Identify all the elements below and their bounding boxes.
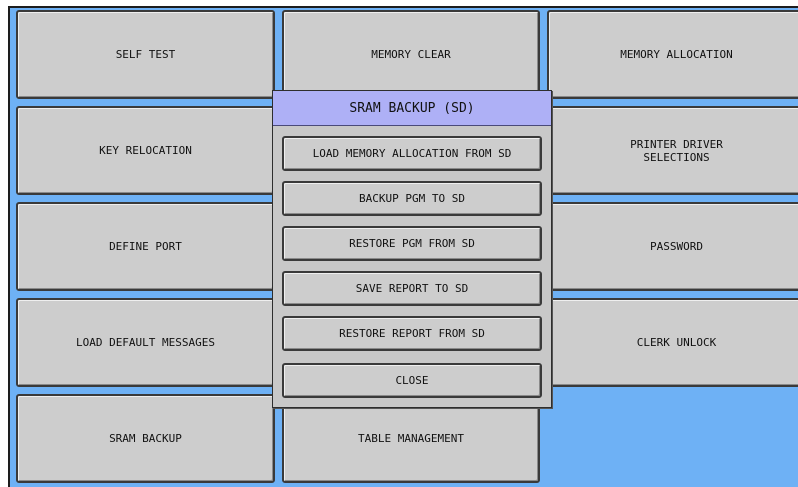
sram-backup-dialog: SRAM BACKUP (SD) LOAD MEMORY ALLOCATION … [272,90,552,408]
self-test-button[interactable]: SELF TEST [16,10,275,99]
clerk-unlock-button[interactable]: CLERK UNLOCK [547,298,798,387]
close-button[interactable]: CLOSE [282,363,542,398]
dialog-title: SRAM BACKUP (SD) [273,91,551,126]
program-menu-screen: SELF TEST MEMORY CLEAR MEMORY ALLOCATION… [8,6,798,487]
password-button[interactable]: PASSWORD [547,202,798,291]
restore-pgm-button[interactable]: RESTORE PGM FROM SD [282,226,542,261]
memory-clear-button[interactable]: MEMORY CLEAR [282,10,540,99]
define-port-button[interactable]: DEFINE PORT [16,202,275,291]
save-report-button[interactable]: SAVE REPORT TO SD [282,271,542,306]
load-default-messages-button[interactable]: LOAD DEFAULT MESSAGES [16,298,275,387]
memory-allocation-button[interactable]: MEMORY ALLOCATION [547,10,798,99]
sram-backup-button[interactable]: SRAM BACKUP [16,394,275,483]
printer-driver-selections-button[interactable]: PRINTER DRIVER SELECTIONS [547,106,798,195]
backup-pgm-button[interactable]: BACKUP PGM TO SD [282,181,542,216]
restore-report-button[interactable]: RESTORE REPORT FROM SD [282,316,542,351]
load-memory-allocation-button[interactable]: LOAD MEMORY ALLOCATION FROM SD [282,136,542,171]
key-relocation-button[interactable]: KEY RELOCATION [16,106,275,195]
